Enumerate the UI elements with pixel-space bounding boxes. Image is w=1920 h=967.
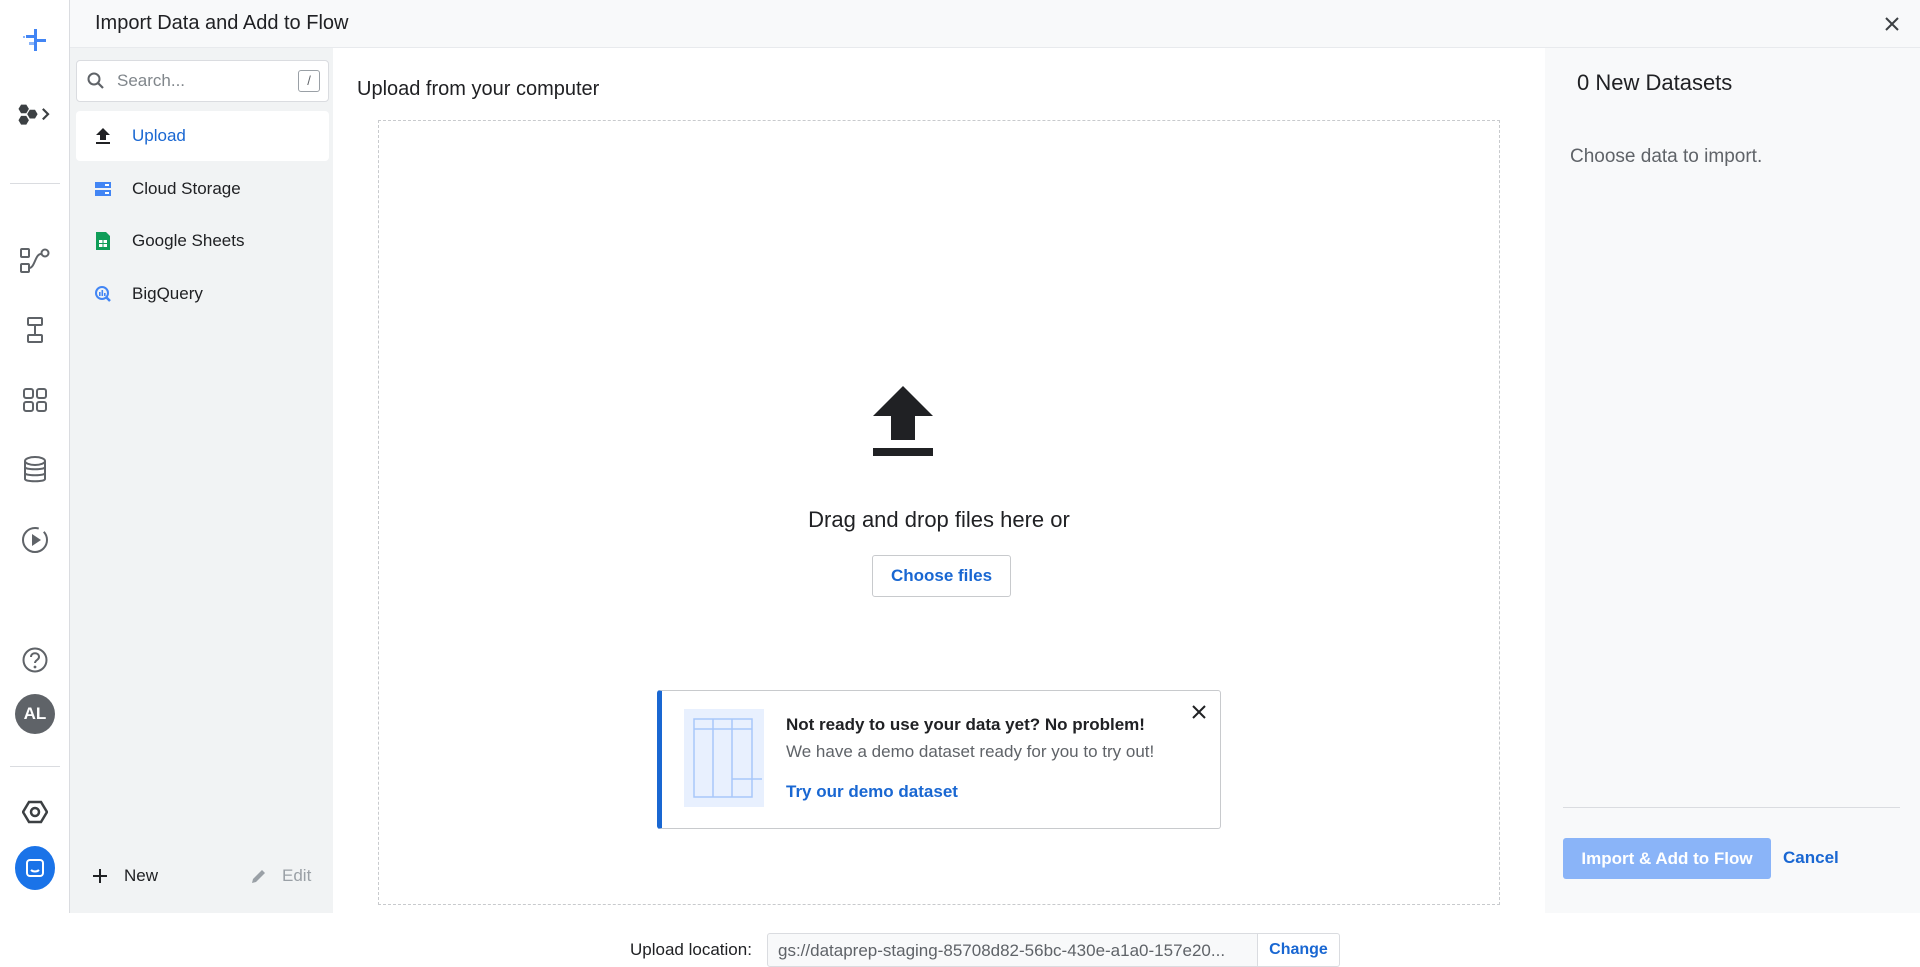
demo-subtitle: We have a demo dataset ready for you to … [786, 742, 1155, 761]
source-item-upload[interactable]: Upload [76, 111, 329, 161]
edit-label: Edit [282, 866, 312, 885]
search-input[interactable] [115, 69, 285, 93]
google-sheets-icon [76, 231, 130, 251]
choose-files-button[interactable]: Choose files [872, 555, 1011, 597]
demo-table-illustration [684, 709, 764, 807]
sources-sidebar: / Upload Cloud Storage Google Sheets Big… [70, 48, 333, 913]
dataprep-logo-icon[interactable] [15, 20, 55, 60]
upload-location-label: Upload location: [630, 940, 752, 959]
close-icon[interactable] [1878, 10, 1906, 38]
flows-icon[interactable] [15, 240, 55, 280]
cloud-storage-icon [76, 181, 130, 197]
library-icon[interactable] [15, 380, 55, 420]
new-datasets-panel: 0 New Datasets Choose data to import. Im… [1545, 48, 1920, 913]
demo-title: Not ready to use your data yet? No probl… [786, 715, 1145, 734]
upload-location-row: Upload location: gs://dataprep-staging-8… [379, 933, 1499, 967]
dialog-title: Import Data and Add to Flow [95, 12, 349, 34]
upload-panel: Upload from your computer Drag and drop … [333, 48, 1545, 967]
upload-heading: Upload from your computer [357, 78, 600, 100]
gcp-icon[interactable] [15, 792, 55, 832]
divider [1563, 807, 1900, 808]
drag-drop-text: Drag and drop files here or [808, 507, 1070, 532]
avatar[interactable]: AL [15, 694, 55, 734]
source-item-google-sheets[interactable]: Google Sheets [76, 216, 329, 266]
edit-button: Edit [250, 866, 311, 886]
source-item-label: BigQuery [132, 284, 203, 303]
new-label: New [124, 866, 159, 885]
bigquery-icon [76, 285, 130, 303]
chat-icon[interactable] [15, 846, 55, 890]
source-item-label: Cloud Storage [132, 179, 241, 198]
change-location-button[interactable]: Change [1258, 933, 1340, 967]
dialog-header: Import Data and Add to Flow [70, 0, 1920, 48]
source-item-label: Upload [132, 126, 186, 145]
upload-icon [76, 127, 130, 145]
search-icon [87, 72, 104, 89]
hexagons-expand-icon[interactable] [15, 95, 55, 135]
nav-rail: AL [0, 0, 70, 913]
avatar-initials: AL [15, 694, 55, 734]
jobs-icon[interactable] [15, 520, 55, 560]
source-item-label: Google Sheets [132, 231, 245, 250]
help-icon[interactable] [15, 640, 55, 680]
empty-message: Choose data to import. [1570, 146, 1763, 167]
plans-icon[interactable] [15, 310, 55, 350]
source-item-bigquery[interactable]: BigQuery [76, 269, 329, 319]
search-shortcut-key: / [298, 70, 320, 92]
source-item-cloud-storage[interactable]: Cloud Storage [76, 164, 329, 214]
close-icon[interactable] [1186, 699, 1212, 725]
try-demo-link[interactable]: Try our demo dataset [786, 782, 958, 802]
upload-arrow-icon [873, 386, 933, 456]
new-button[interactable]: New [92, 866, 158, 886]
new-datasets-title: 0 New Datasets [1577, 70, 1733, 95]
pencil-icon [252, 870, 265, 883]
upload-location-field: gs://dataprep-staging-85708d82-56bc-430e… [767, 933, 1258, 967]
search-box: / [76, 60, 329, 102]
plus-icon [93, 869, 107, 883]
demo-dataset-card: Not ready to use your data yet? No probl… [657, 690, 1221, 829]
drop-zone[interactable]: Drag and drop files here or Choose files… [378, 120, 1500, 967]
cancel-button[interactable]: Cancel [1783, 848, 1839, 868]
datasets-icon[interactable] [15, 450, 55, 490]
import-add-to-flow-button[interactable]: Import & Add to Flow [1563, 838, 1771, 879]
